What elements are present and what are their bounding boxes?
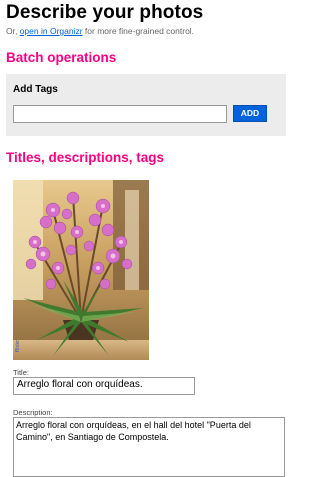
hint-prefix: Or, [6, 26, 20, 36]
orchid-arrangement-photo: flickr [13, 180, 149, 360]
add-tags-label: Add Tags [13, 84, 58, 95]
titles-descriptions-tags-heading: Titles, descriptions, tags [6, 150, 165, 165]
title-label: Title: [13, 368, 29, 377]
organizr-hint: Or, open in Organizr for more fine-grain… [6, 26, 194, 36]
photo-watermark: flickr [15, 339, 21, 352]
add-tags-input[interactable] [13, 105, 227, 123]
description-textarea[interactable]: Arreglo floral con orquídeas, en el hall… [13, 417, 285, 477]
hint-suffix: for more fine-grained control. [82, 26, 195, 36]
open-in-organizr-link[interactable]: open in Organizr [20, 26, 83, 36]
batch-operations-panel: Add Tags ADD [6, 74, 286, 136]
photo-thumbnail[interactable]: flickr [13, 180, 149, 360]
title-input[interactable]: Arreglo floral con orquídeas. [13, 377, 195, 395]
batch-operations-heading: Batch operations [6, 50, 117, 65]
add-tags-button[interactable]: ADD [233, 105, 267, 122]
page-title: Describe your photos [6, 2, 204, 23]
description-label: Description: [13, 408, 53, 417]
